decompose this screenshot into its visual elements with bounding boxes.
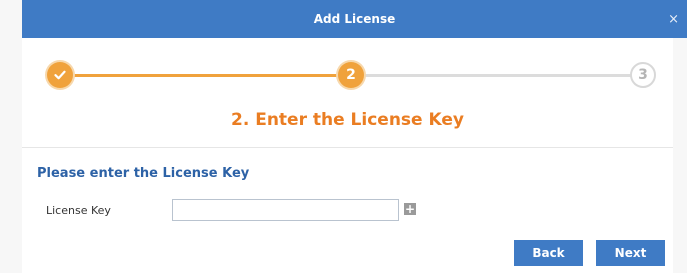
progress-track-remaining xyxy=(352,74,642,77)
add-license-dialog: Add License × 2 3 2. Enter the License K… xyxy=(0,0,687,273)
step-heading: 2. Enter the License Key xyxy=(231,110,464,130)
dialog-content: 2 3 2. Enter the License Key xyxy=(22,38,673,273)
background-right xyxy=(673,0,687,273)
license-key-label: License Key xyxy=(46,204,111,217)
next-button[interactable]: Next xyxy=(596,240,665,266)
background-left xyxy=(0,0,22,273)
license-key-input[interactable] xyxy=(172,199,399,221)
step-1-indicator xyxy=(47,62,73,88)
add-key-button[interactable]: + xyxy=(404,203,416,215)
close-icon[interactable]: × xyxy=(668,0,679,38)
step-2-indicator: 2 xyxy=(338,62,364,88)
checkmark-icon xyxy=(54,70,66,80)
title-bar: Add License × xyxy=(22,0,687,38)
section-title: Please enter the License Key xyxy=(37,166,250,181)
dialog-title: Add License xyxy=(313,12,396,26)
plus-icon: + xyxy=(404,202,416,216)
progress-track-completed xyxy=(60,74,352,77)
step-3-indicator: 3 xyxy=(630,62,656,88)
divider xyxy=(22,147,673,148)
back-button[interactable]: Back xyxy=(514,240,583,266)
